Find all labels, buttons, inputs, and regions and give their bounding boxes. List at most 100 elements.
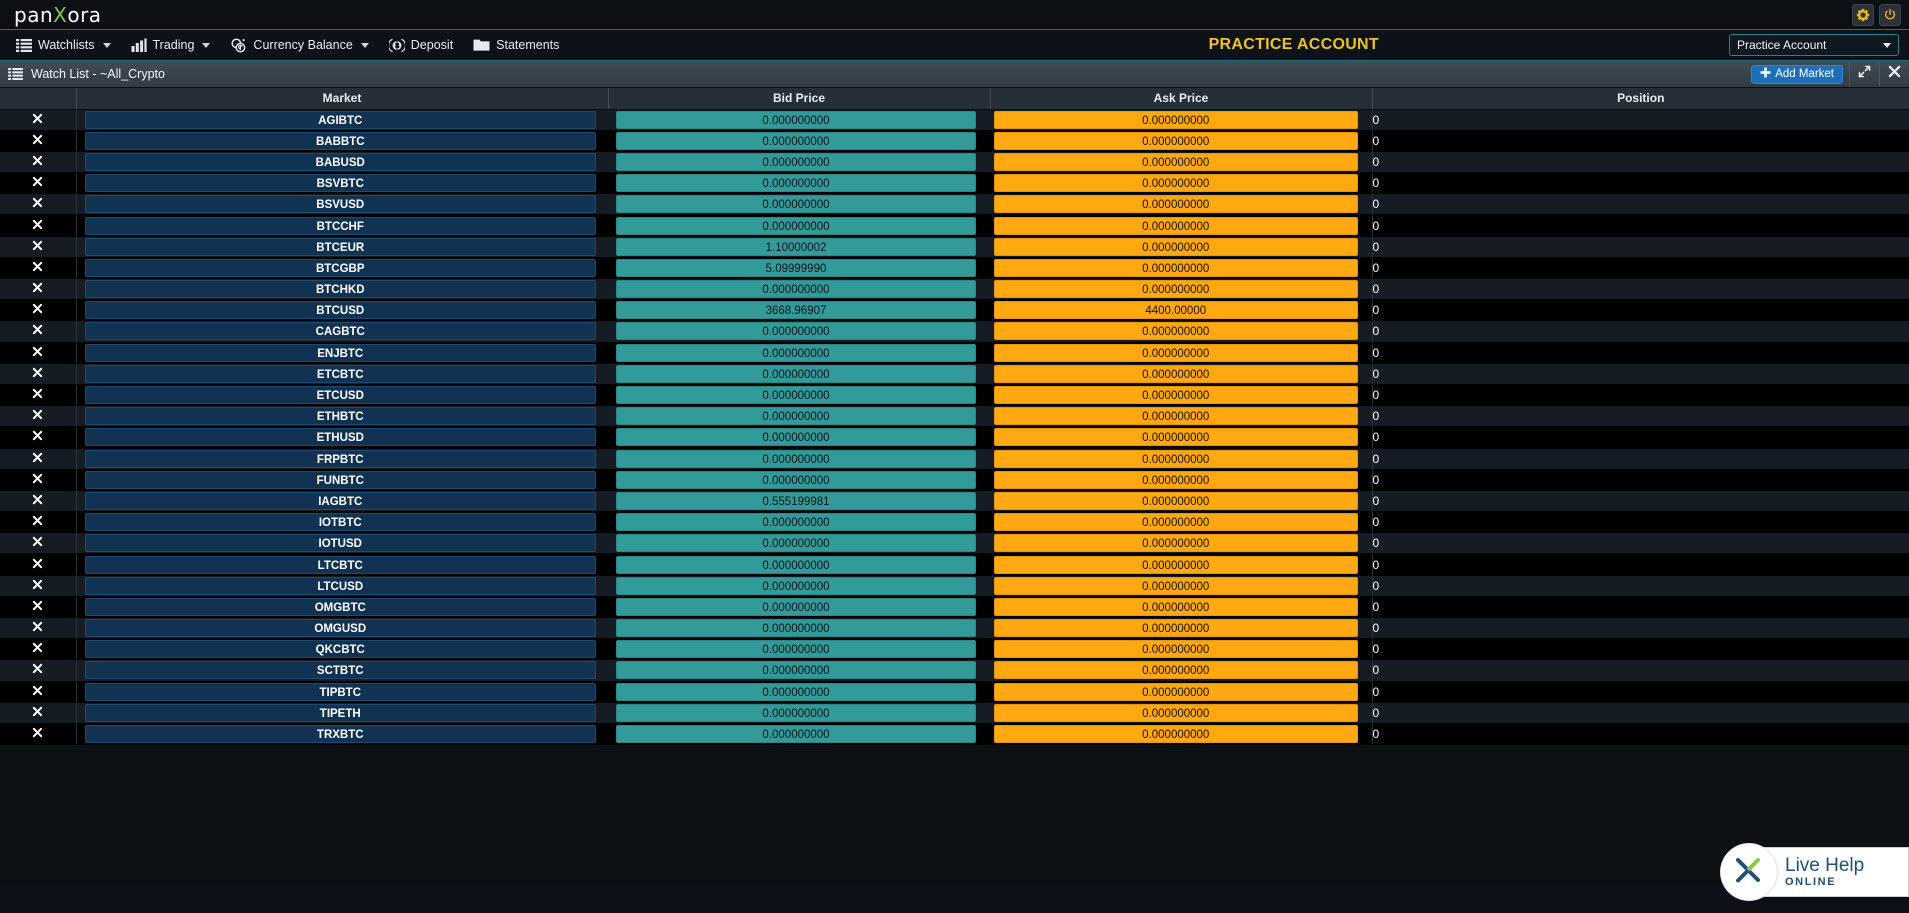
table-row[interactable]: BTCHKD 0.000000000 0.000000000 0 [0, 278, 1909, 301]
market-cell[interactable]: OMGUSD [76, 617, 608, 640]
ask-price-value[interactable]: 0.000000000 [994, 555, 1358, 574]
ask-price-cell[interactable]: 0.000000000 [990, 511, 1372, 534]
ask-price-value[interactable]: 0.000000000 [994, 703, 1358, 722]
table-row[interactable]: ETHBTC 0.000000000 0.000000000 0 [0, 405, 1909, 428]
bid-price-cell[interactable]: 5.09999990 [608, 257, 990, 280]
panel-expand-button[interactable] [1849, 61, 1879, 87]
table-row[interactable]: IAGBTC 0.555199981 0.000000000 0 [0, 490, 1909, 513]
market-cell[interactable]: QKCBTC [76, 638, 608, 661]
ask-price-cell[interactable]: 0.000000000 [990, 151, 1372, 174]
table-row[interactable]: FRPBTC 0.000000000 0.000000000 0 [0, 448, 1909, 470]
market-cell[interactable]: BTCGBP [76, 257, 608, 280]
ask-price-value[interactable]: 0.000000000 [994, 640, 1358, 659]
ask-price-value[interactable]: 0.000000000 [994, 280, 1358, 299]
ask-price-cell[interactable]: 0.000000000 [990, 702, 1372, 724]
ask-price-cell[interactable]: 0.000000000 [990, 469, 1372, 491]
market-symbol[interactable]: IAGBTC [84, 491, 596, 510]
ask-price-cell[interactable]: 0.000000000 [990, 214, 1372, 237]
market-symbol[interactable]: TIPETH [84, 703, 596, 722]
bid-price-cell[interactable]: 0.000000000 [608, 384, 990, 407]
bid-price-cell[interactable]: 3668.96907 [608, 299, 990, 322]
remove-market-button[interactable] [0, 320, 77, 343]
bid-price-cell[interactable]: 0.000000000 [608, 426, 990, 449]
table-row[interactable]: BTCEUR 1.10000002 0.000000000 0 [0, 236, 1909, 258]
bid-price-cell[interactable]: 0.000000000 [608, 151, 990, 174]
ask-price-value[interactable]: 0.000000000 [994, 386, 1358, 405]
ask-price-value[interactable]: 0.000000000 [994, 449, 1358, 468]
market-cell[interactable]: LTCBTC [76, 553, 608, 576]
ask-price-value[interactable]: 0.000000000 [994, 470, 1358, 489]
ask-price-cell[interactable]: 0.000000000 [990, 490, 1372, 513]
bid-price-value[interactable]: 0.555199981 [616, 491, 976, 510]
market-symbol[interactable]: ENJBTC [84, 343, 596, 362]
market-cell[interactable]: ETCBTC [76, 363, 608, 385]
remove-market-button[interactable] [0, 511, 77, 534]
table-row[interactable]: ENJBTC 0.000000000 0.000000000 0 [0, 342, 1909, 364]
bid-price-value[interactable]: 0.000000000 [616, 174, 976, 193]
table-row[interactable]: BTCUSD 3668.96907 4400.00000 0 [0, 299, 1909, 322]
bid-price-cell[interactable]: 0.000000000 [608, 320, 990, 343]
table-row[interactable]: LTCBTC 0.000000000 0.000000000 0 [0, 553, 1909, 576]
remove-market-button[interactable] [0, 384, 77, 407]
bid-price-cell[interactable]: 0.000000000 [608, 638, 990, 661]
remove-market-button[interactable] [0, 638, 77, 661]
ask-price-value[interactable]: 0.000000000 [994, 195, 1358, 214]
market-symbol[interactable]: BABUSD [84, 152, 596, 171]
market-symbol[interactable]: QKCBTC [84, 640, 596, 659]
market-cell[interactable]: TIPETH [76, 702, 608, 724]
ask-price-value[interactable]: 0.000000000 [994, 110, 1358, 129]
bid-price-value[interactable]: 0.000000000 [616, 195, 976, 214]
bid-price-value[interactable]: 0.000000000 [616, 555, 976, 574]
bid-price-cell[interactable]: 0.000000000 [608, 532, 990, 555]
remove-market-button[interactable] [0, 214, 77, 237]
ask-price-cell[interactable]: 0.000000000 [990, 405, 1372, 428]
column-header-bid-price[interactable]: Bid Price [608, 88, 991, 110]
remove-market-button[interactable] [0, 363, 77, 385]
remove-market-button[interactable] [0, 151, 77, 174]
remove-market-button[interactable] [0, 299, 77, 322]
column-header-market[interactable]: Market [76, 88, 609, 110]
ask-price-cell[interactable]: 0.000000000 [990, 426, 1372, 449]
market-symbol[interactable]: TRXBTC [84, 725, 596, 744]
ask-price-value[interactable]: 0.000000000 [994, 343, 1358, 362]
ask-price-value[interactable]: 0.000000000 [994, 619, 1358, 638]
ask-price-cell[interactable]: 0.000000000 [990, 384, 1372, 407]
market-symbol[interactable]: OMGUSD [84, 619, 596, 638]
table-row[interactable]: BTCGBP 5.09999990 0.000000000 0 [0, 257, 1909, 280]
bid-price-value[interactable]: 0.000000000 [616, 216, 976, 235]
add-market-button[interactable]: Add Market [1751, 64, 1843, 84]
bid-price-value[interactable]: 0.000000000 [616, 110, 976, 129]
ask-price-value[interactable]: 4400.00000 [994, 301, 1358, 320]
menu-item-statements[interactable]: Statements [463, 30, 569, 60]
remove-market-button[interactable] [0, 617, 77, 640]
ask-price-cell[interactable]: 0.000000000 [990, 363, 1372, 385]
table-row[interactable]: CAGBTC 0.000000000 0.000000000 0 [0, 320, 1909, 343]
bid-price-value[interactable]: 0.000000000 [616, 449, 976, 468]
market-cell[interactable]: FUNBTC [76, 469, 608, 491]
market-symbol[interactable]: ETCUSD [84, 386, 596, 405]
bid-price-value[interactable]: 0.000000000 [616, 619, 976, 638]
table-row[interactable]: QKCBTC 0.000000000 0.000000000 0 [0, 638, 1909, 661]
bid-price-cell[interactable]: 0.000000000 [608, 702, 990, 724]
market-cell[interactable]: BTCEUR [76, 236, 608, 258]
ask-price-value[interactable]: 0.000000000 [994, 364, 1358, 383]
market-cell[interactable]: AGIBTC [76, 109, 608, 131]
market-cell[interactable]: TRXBTC [76, 723, 608, 746]
table-row[interactable]: BSVBTC 0.000000000 0.000000000 0 [0, 172, 1909, 195]
ask-price-cell[interactable]: 0.000000000 [990, 596, 1372, 619]
bid-price-cell[interactable]: 0.000000000 [608, 342, 990, 364]
remove-market-button[interactable] [0, 723, 77, 746]
market-cell[interactable]: LTCUSD [76, 575, 608, 597]
bid-price-value[interactable]: 0.000000000 [616, 576, 976, 595]
table-row[interactable]: AGIBTC 0.000000000 0.000000000 0 [0, 109, 1909, 131]
remove-market-button[interactable] [0, 553, 77, 576]
market-symbol[interactable]: BABBTC [84, 131, 596, 150]
bid-price-value[interactable]: 0.000000000 [616, 703, 976, 722]
market-symbol[interactable]: IOTBTC [84, 513, 596, 532]
ask-price-cell[interactable]: 0.000000000 [990, 342, 1372, 364]
ask-price-value[interactable]: 0.000000000 [994, 237, 1358, 256]
market-symbol[interactable]: BSVBTC [84, 174, 596, 193]
bid-price-value[interactable]: 0.000000000 [616, 364, 976, 383]
market-cell[interactable]: BTCUSD [76, 299, 608, 322]
table-row[interactable]: TIPETH 0.000000000 0.000000000 0 [0, 702, 1909, 724]
